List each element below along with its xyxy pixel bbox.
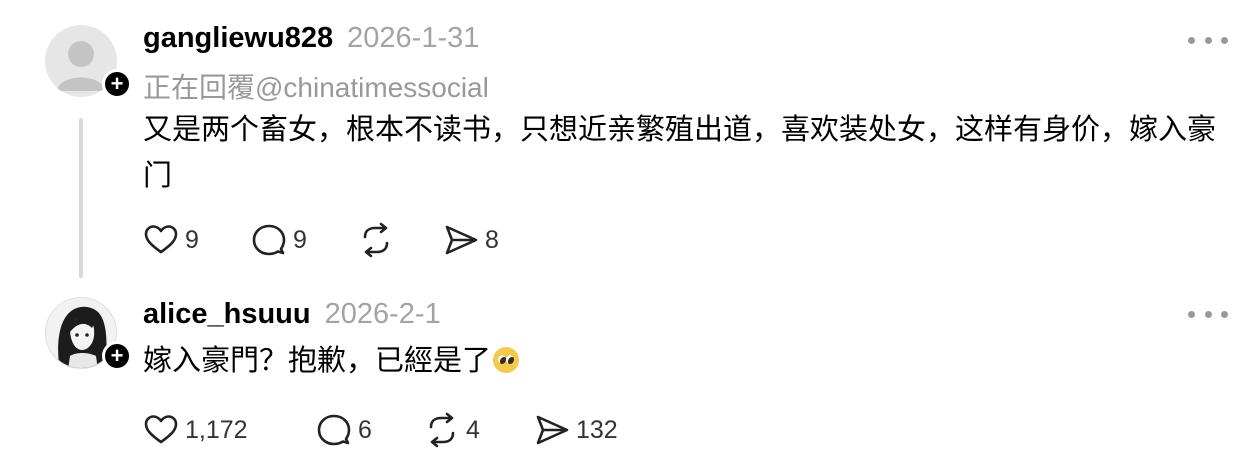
reply-post: + alice_hsuuu 2026-2-1 嫁入豪門？抱歉，已經是了 1,17… <box>0 282 1252 462</box>
follow-plus-icon[interactable]: + <box>102 69 132 99</box>
share-button[interactable]: 8 <box>443 220 499 260</box>
username[interactable]: alice_hsuuu <box>143 298 311 331</box>
heart-icon <box>144 225 178 254</box>
share-count: 8 <box>485 225 499 254</box>
post-header: gangliewu828 2026-1-31 <box>143 22 479 55</box>
username[interactable]: gangliewu828 <box>143 22 333 55</box>
pleading-face-emoji-icon <box>493 347 520 373</box>
timestamp: 2026-2-1 <box>324 298 441 330</box>
comment-count: 9 <box>293 225 307 254</box>
post-text: 嫁入豪門？抱歉，已經是了 <box>143 338 1228 384</box>
share-count: 132 <box>576 415 618 444</box>
repost-button[interactable]: 4 <box>424 410 480 450</box>
reply-post: + gangliewu828 2026-1-31 正在回覆@chinatimes… <box>0 0 1252 282</box>
post-header: alice_hsuuu 2026-2-1 <box>143 298 441 331</box>
follow-plus-icon[interactable]: + <box>102 341 132 371</box>
comment-button[interactable]: 6 <box>316 410 372 450</box>
post-text: 又是两个畜女，根本不读书，只想近亲繁殖出道，喜欢装处女，这样有身价，嫁入豪门 <box>143 114 1217 192</box>
comment-bubble-icon <box>317 414 351 446</box>
send-icon <box>445 225 478 255</box>
repost-icon <box>429 412 455 448</box>
like-count: 1,172 <box>185 415 248 444</box>
comment-bubble-icon <box>252 224 286 256</box>
comment-count: 6 <box>358 415 372 444</box>
repost-count: 4 <box>466 415 480 444</box>
replying-to-label: 正在回覆@chinatimessocial <box>143 72 489 103</box>
like-button[interactable]: 9 <box>143 220 199 260</box>
repost-icon <box>363 222 389 258</box>
comment-button[interactable]: 9 <box>251 220 307 260</box>
timestamp: 2026-1-31 <box>347 22 480 54</box>
like-count: 9 <box>185 225 199 254</box>
avatar[interactable]: + <box>45 25 132 99</box>
post-text-content: 嫁入豪門？抱歉，已經是了 <box>143 345 492 377</box>
more-options-icon[interactable] <box>1188 304 1228 324</box>
more-options-icon[interactable] <box>1188 30 1228 50</box>
like-button[interactable]: 1,172 <box>143 410 248 450</box>
avatar[interactable]: + <box>45 297 132 371</box>
share-button[interactable]: 132 <box>534 410 618 450</box>
thread-connector-line <box>79 118 83 278</box>
send-icon <box>536 415 569 445</box>
heart-icon <box>144 415 178 444</box>
repost-button[interactable] <box>358 220 400 260</box>
